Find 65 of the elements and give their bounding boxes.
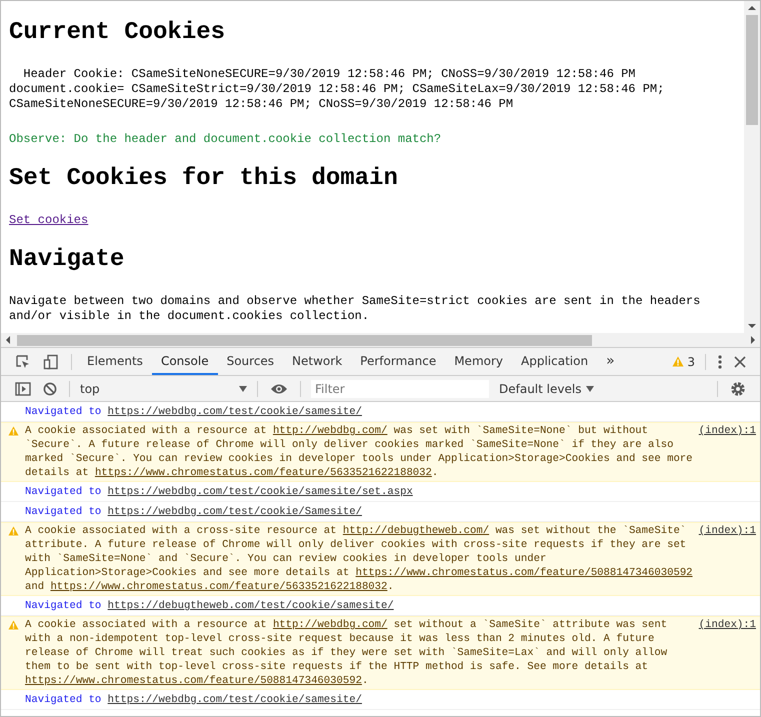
devtools-tab[interactable]: Elements [78, 348, 152, 375]
eye-icon[interactable] [270, 382, 288, 394]
navigation-message: Navigated to https://webdbg.com/test/cookie/samesite/ [25, 406, 362, 418]
caret-icon [239, 386, 247, 392]
navigation-message: Navigated to https://webdbg.com/test/cookie/Samesite/ [25, 506, 362, 518]
filter-field[interactable]: Filter [311, 380, 489, 398]
horizontal-scrollbar[interactable] [1, 333, 760, 347]
scrollbar-thumb[interactable] [17, 334, 592, 346]
devtools-tab[interactable]: Performance [351, 348, 446, 375]
devtools-tab[interactable]: Sources [218, 348, 284, 375]
close-icon[interactable] [734, 356, 746, 368]
warning-message: A cookie associated with a resource at http://webdbg.com/ set without a `SameSite` attribute was sent with a non-idempotent top-level cross-site request because it was less than 2 minutes old. A future release of Chrome will treat such cookies as if they were set with `SameSite=Lax` and will only allow them to be sent with top-level cross-site requests if the HTTP method is safe. See more details at https://www.chromestatus.com/feature/5088147346030592. [25, 618, 668, 688]
inspect-icon[interactable] [15, 354, 31, 370]
source-link[interactable]: (index):1 [698, 524, 756, 538]
set-cookies-link[interactable]: Set cookies [9, 213, 88, 227]
more-tabs-button[interactable]: » [597, 348, 624, 375]
url-link[interactable]: https://webdbg.com/test/cookie/samesite/set.aspx [108, 486, 413, 498]
url-link[interactable]: http://webdbg.com/ [272, 425, 388, 437]
scroll-right-icon[interactable] [750, 336, 756, 344]
more-icon[interactable] [718, 354, 722, 368]
sidebar-icon[interactable] [15, 382, 31, 396]
navigation-message: Navigated to https://debugtheweb.com/test/cookie/samesite/ [25, 600, 394, 612]
url-link[interactable]: https://debugtheweb.com/test/cookie/samesite/ [108, 600, 394, 612]
cookie-line: CSameSiteNoneSECURE=9/30/2019 12:58:46 PM; CNoSS=9/30/2019 12:58:46 PM [9, 97, 514, 112]
source-link[interactable]: (index):1 [698, 618, 756, 632]
device-icon[interactable] [43, 354, 59, 370]
scroll-up-icon[interactable] [748, 5, 756, 11]
settings-icon[interactable] [730, 380, 746, 396]
url-link[interactable]: https://www.chromestatus.com/feature/5633521622188032 [50, 581, 388, 593]
devtools-tab[interactable]: Application [512, 348, 598, 375]
caret-icon [586, 386, 594, 392]
scrollbar-thumb[interactable] [746, 15, 758, 125]
url-link[interactable]: https://www.chromestatus.com/feature/5633521622188032 [94, 467, 432, 479]
warning-icon [8, 526, 19, 536]
warning-message: A cookie associated with a resource at http://webdbg.com/ was set with `SameSite=None` but without `Secure`. A future release of Chrome will only deliver cookies marked `SameSite=None` if they are also marked `Secure`. You can review cookies in developer tools under Application>Storage>Cookies and see more details at https://www.chromestatus.com/feature/5633521622188032. [25, 424, 693, 480]
page-heading: Navigate [9, 246, 126, 274]
context-dropdown[interactable]: top [76, 382, 251, 396]
source-link[interactable]: (index):1 [698, 424, 756, 438]
cookie-line: Header Cookie: CSameSiteNoneSECURE=9/30/2019 12:58:46 PM; CNoSS=9/30/2019 12:58:46 PM [22, 67, 636, 82]
warning-message: A cookie associated with a cross-site resource at http://debugtheweb.com/ was set without the `SameSite` attribute. A future release of Chrome will only deliver cookies with cross-site requests if they are set with `SameSite=None` and `Secure`. You can review cookies in developer tools under Application>Storage>Cookies and see more details at https://www.chromestatus.com/feature/5088147346030592 and https://www.chromestatus.com/feature/5633521622188032. [25, 524, 693, 594]
url-link[interactable]: http://debugtheweb.com/ [342, 525, 490, 537]
devtools-tab[interactable]: Network [283, 348, 352, 375]
observe-text: Observe: Do the header and document.cookie collection match? [9, 132, 442, 147]
url-link[interactable]: https://webdbg.com/test/cookie/samesite/ [108, 694, 362, 706]
page-heading: Set Cookies for this domain [9, 165, 399, 193]
page-heading: Current Cookies [9, 19, 226, 47]
cookie-line: document.cookie= CSameSiteStrict=9/30/2019 12:58:46 PM; CSameSiteLax=9/30/2019 12:58:46 PM; [9, 82, 664, 97]
url-link[interactable]: https://www.chromestatus.com/feature/5088147346030592 [25, 675, 362, 687]
url-link[interactable]: https://webdbg.com/test/cookie/samesite/ [108, 406, 362, 418]
levels-dropdown[interactable]: Default levels [493, 380, 600, 396]
url-link[interactable]: http://webdbg.com/ [272, 619, 388, 631]
navigation-message: Navigated to https://webdbg.com/test/cookie/samesite/set.aspx [25, 486, 413, 498]
devtools-tab[interactable]: Memory [445, 348, 512, 375]
navigate-text: Navigate between two domains and observe whether SameSite=strict cookies are sent in the headers and/or visible in the document.cookies collection. [9, 294, 702, 324]
scroll-left-icon[interactable] [5, 336, 11, 344]
clear-icon[interactable] [43, 382, 57, 396]
scroll-down-icon[interactable] [748, 323, 756, 329]
warning-icon [8, 620, 19, 630]
url-link[interactable]: https://www.chromestatus.com/feature/5088147346030592 [356, 567, 693, 579]
navigation-message: Navigated to https://webdbg.com/test/cookie/samesite/ [25, 694, 362, 706]
warning-icon [8, 426, 19, 436]
url-link[interactable]: https://webdbg.com/test/cookie/Samesite/ [108, 506, 362, 518]
warning-icon [672, 356, 684, 367]
vertical-scrollbar[interactable] [744, 1, 760, 333]
warning-count-button[interactable]: 3 [668, 354, 699, 368]
